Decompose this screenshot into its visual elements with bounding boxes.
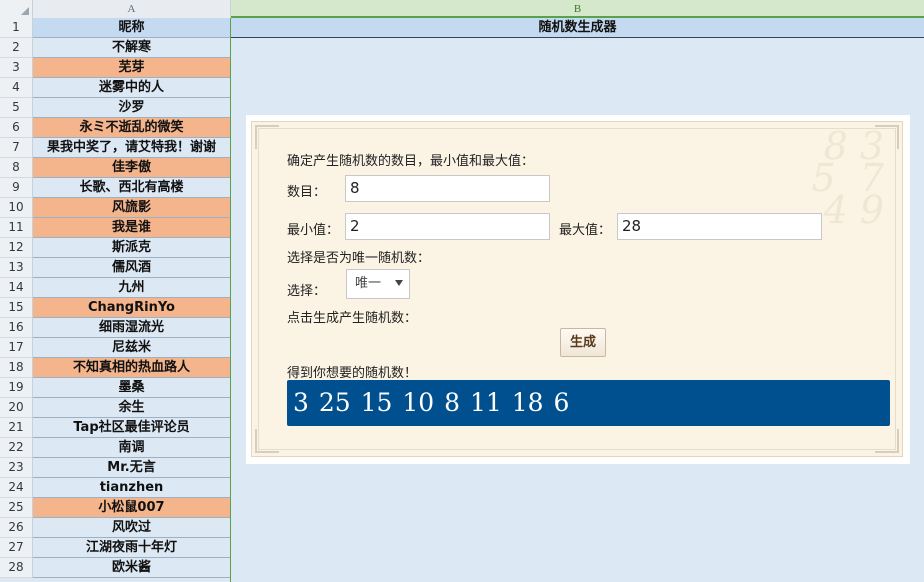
nickname-cell[interactable]: 永ミ不逝乱的微笑: [33, 118, 230, 138]
nickname-cell[interactable]: 江湖夜雨十年灯: [33, 538, 230, 558]
nickname-cell[interactable]: 果我中奖了，请艾特我！谢谢: [33, 138, 230, 158]
generate-prompt: 点击生成产生随机数：: [287, 311, 418, 326]
count-input[interactable]: 8: [345, 175, 550, 202]
row-number[interactable]: 16: [0, 318, 32, 338]
row-number[interactable]: 15: [0, 298, 32, 318]
row-number[interactable]: 11: [0, 218, 32, 238]
nickname-cell[interactable]: 墨桑: [33, 378, 230, 398]
nickname-cell[interactable]: 长歌、西北有高楼: [33, 178, 230, 198]
nickname-cell[interactable]: 斯派克: [33, 238, 230, 258]
row-number[interactable]: 1: [0, 18, 32, 38]
row-number[interactable]: 9: [0, 178, 32, 198]
cell-b1-title[interactable]: 随机数生成器: [231, 18, 924, 38]
nickname-cell[interactable]: 风吹过: [33, 518, 230, 538]
row-number[interactable]: 21: [0, 418, 32, 438]
row-number[interactable]: 13: [0, 258, 32, 278]
nickname-cell[interactable]: 佳李傲: [33, 158, 230, 178]
nickname-cell[interactable]: 尼兹米: [33, 338, 230, 358]
row-number[interactable]: 20: [0, 398, 32, 418]
generator-panel-container: 8 35 7 4 9 确定产生随机数的数目，最小值和最大值： 数目： 8 最小值…: [246, 115, 910, 464]
row-number[interactable]: 12: [0, 238, 32, 258]
result-numbers: 3 25 15 10 8 11 18 6: [293, 388, 570, 417]
max-label: 最大值：: [559, 223, 612, 238]
row-number[interactable]: 23: [0, 458, 32, 478]
unique-select[interactable]: 唯一: [346, 269, 410, 299]
row-number[interactable]: 4: [0, 78, 32, 98]
unique-select-value: 唯一: [355, 276, 382, 291]
result-box: 3 25 15 10 8 11 18 6: [287, 380, 890, 426]
column-a-cells: 昵称 不解寒 芜芽 迷雾中的人 沙罗 永ミ不逝乱的微笑 果我中奖了，请艾特我！谢谢 佳李傲 长歌…: [33, 18, 230, 578]
min-input[interactable]: 2: [345, 213, 550, 240]
nickname-cell[interactable]: 沙罗: [33, 98, 230, 118]
nickname-cell[interactable]: 我是谁: [33, 218, 230, 238]
nickname-cell[interactable]: Mr.无言: [33, 458, 230, 478]
nickname-cell[interactable]: 风旒影: [33, 198, 230, 218]
nickname-cell[interactable]: 迷雾中的人: [33, 78, 230, 98]
row-number[interactable]: 25: [0, 498, 32, 518]
column-header-b[interactable]: B: [231, 0, 924, 18]
corner-triangle-icon: [21, 7, 29, 15]
select-label: 选择：: [287, 284, 327, 299]
nickname-cell[interactable]: 儒风酒: [33, 258, 230, 278]
row-number[interactable]: 5: [0, 98, 32, 118]
nickname-cell[interactable]: 余生: [33, 398, 230, 418]
row-number[interactable]: 17: [0, 338, 32, 358]
row-number[interactable]: 14: [0, 278, 32, 298]
nickname-cell[interactable]: 欧米酱: [33, 558, 230, 578]
background-digits-decoration: 8 35 7 4 9: [811, 124, 884, 232]
nickname-cell[interactable]: 九州: [33, 278, 230, 298]
row-number[interactable]: 3: [0, 58, 32, 78]
nickname-cell[interactable]: Tap社区最佳评论员: [33, 418, 230, 438]
row-number[interactable]: 18: [0, 358, 32, 378]
row-number[interactable]: 26: [0, 518, 32, 538]
nickname-cell[interactable]: tianzhen: [33, 478, 230, 498]
chevron-down-icon: [395, 280, 403, 286]
row-numbers: 1 2 3 4 5 6 7 8 9 10 11 12 13 14 15 16 17 18 19 20 21 22 23 24 2…: [0, 18, 33, 578]
nickname-cell[interactable]: 细雨湿流光: [33, 318, 230, 338]
min-label: 最小值：: [287, 223, 340, 238]
corner-ornament-icon: [255, 125, 279, 149]
generator-panel: 8 35 7 4 9 确定产生随机数的数目，最小值和最大值： 数目： 8 最小值…: [251, 121, 903, 457]
nickname-cell[interactable]: ChangRinYo: [33, 298, 230, 318]
row-number[interactable]: 7: [0, 138, 32, 158]
row-number[interactable]: 22: [0, 438, 32, 458]
column-b-divider: [230, 18, 231, 582]
nickname-cell[interactable]: 不解寒: [33, 38, 230, 58]
count-label: 数目：: [287, 185, 327, 200]
result-label: 得到你想要的随机数！: [287, 366, 418, 381]
generate-button[interactable]: 生成: [560, 328, 606, 357]
nickname-cell[interactable]: 不知真相的热血路人: [33, 358, 230, 378]
column-a-header-cell[interactable]: 昵称: [33, 18, 230, 38]
row-number[interactable]: 24: [0, 478, 32, 498]
row-number[interactable]: 8: [0, 158, 32, 178]
row-number[interactable]: 10: [0, 198, 32, 218]
nickname-cell[interactable]: 小松鼠007: [33, 498, 230, 518]
row-number[interactable]: 27: [0, 538, 32, 558]
row-number[interactable]: 2: [0, 38, 32, 58]
corner-ornament-icon: [255, 429, 279, 453]
corner-ornament-icon: [875, 429, 899, 453]
select-all-corner[interactable]: [0, 0, 33, 19]
row-number[interactable]: 19: [0, 378, 32, 398]
nickname-cell[interactable]: 芜芽: [33, 58, 230, 78]
row-number[interactable]: 28: [0, 558, 32, 578]
column-header-a[interactable]: A: [33, 0, 231, 19]
max-input[interactable]: 28: [617, 213, 822, 240]
nickname-cell[interactable]: 南调: [33, 438, 230, 458]
row-number[interactable]: 6: [0, 118, 32, 138]
intro-label: 确定产生随机数的数目，最小值和最大值：: [287, 154, 535, 169]
unique-prompt: 选择是否为唯一随机数：: [287, 251, 431, 266]
